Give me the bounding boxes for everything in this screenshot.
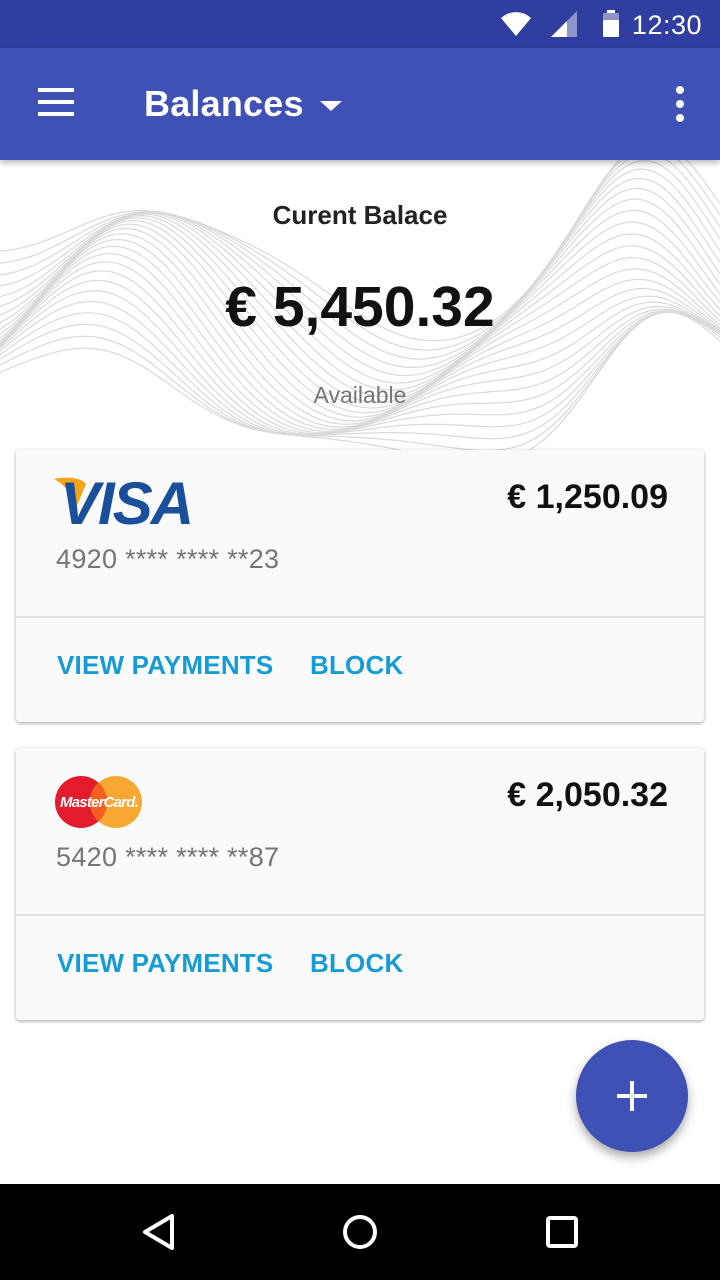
card-number: 5420 **** **** **87 <box>56 842 280 872</box>
card-mastercard: MasterCard. € 2,050.32 5420 **** **** **… <box>16 748 704 1020</box>
page-title: Balances <box>144 83 304 124</box>
back-icon[interactable] <box>128 1202 188 1262</box>
add-card-button[interactable] <box>576 1040 688 1152</box>
system-nav-bar <box>0 1184 720 1280</box>
menu-icon[interactable] <box>38 88 74 116</box>
balance-label: Curent Balace <box>272 200 448 230</box>
card-visa: VISA € 1,250.09 4920 **** **** **23 VIEW… <box>16 450 704 722</box>
balance-amount: € 5,450.32 <box>225 275 495 339</box>
balance-sublabel: Available <box>313 382 407 408</box>
visa-logo: VISA <box>54 474 194 528</box>
home-icon[interactable] <box>330 1202 390 1262</box>
app-bar: Balances <box>0 48 720 160</box>
card-divider <box>16 914 704 916</box>
block-button[interactable]: BLOCK <box>310 650 403 681</box>
more-vert-icon[interactable] <box>674 86 686 122</box>
card-number: 4920 **** **** **23 <box>56 544 280 574</box>
wifi-icon <box>501 12 531 37</box>
view-payments-button[interactable]: VIEW PAYMENTS <box>57 948 273 979</box>
svg-text:MasterCard.: MasterCard. <box>60 794 138 811</box>
card-balance: € 1,250.09 <box>507 478 668 516</box>
signal-icon <box>551 11 577 37</box>
recents-icon[interactable] <box>532 1202 592 1262</box>
status-time: 12:30 <box>631 10 702 40</box>
svg-text:VISA: VISA <box>60 474 192 528</box>
battery-icon <box>603 10 619 37</box>
add-icon-vertical <box>630 1081 634 1111</box>
balances-dropdown[interactable]: Balances <box>144 78 342 130</box>
card-divider <box>16 616 704 618</box>
status-bar: 12:30 <box>0 0 720 48</box>
balance-summary: Curent Balace € 5,450.32 Available <box>0 160 720 450</box>
view-payments-button[interactable]: VIEW PAYMENTS <box>57 650 273 681</box>
mastercard-logo: MasterCard. <box>55 776 142 828</box>
block-button[interactable]: BLOCK <box>310 948 403 979</box>
dropdown-caret-icon <box>319 101 342 111</box>
card-balance: € 2,050.32 <box>507 776 668 814</box>
